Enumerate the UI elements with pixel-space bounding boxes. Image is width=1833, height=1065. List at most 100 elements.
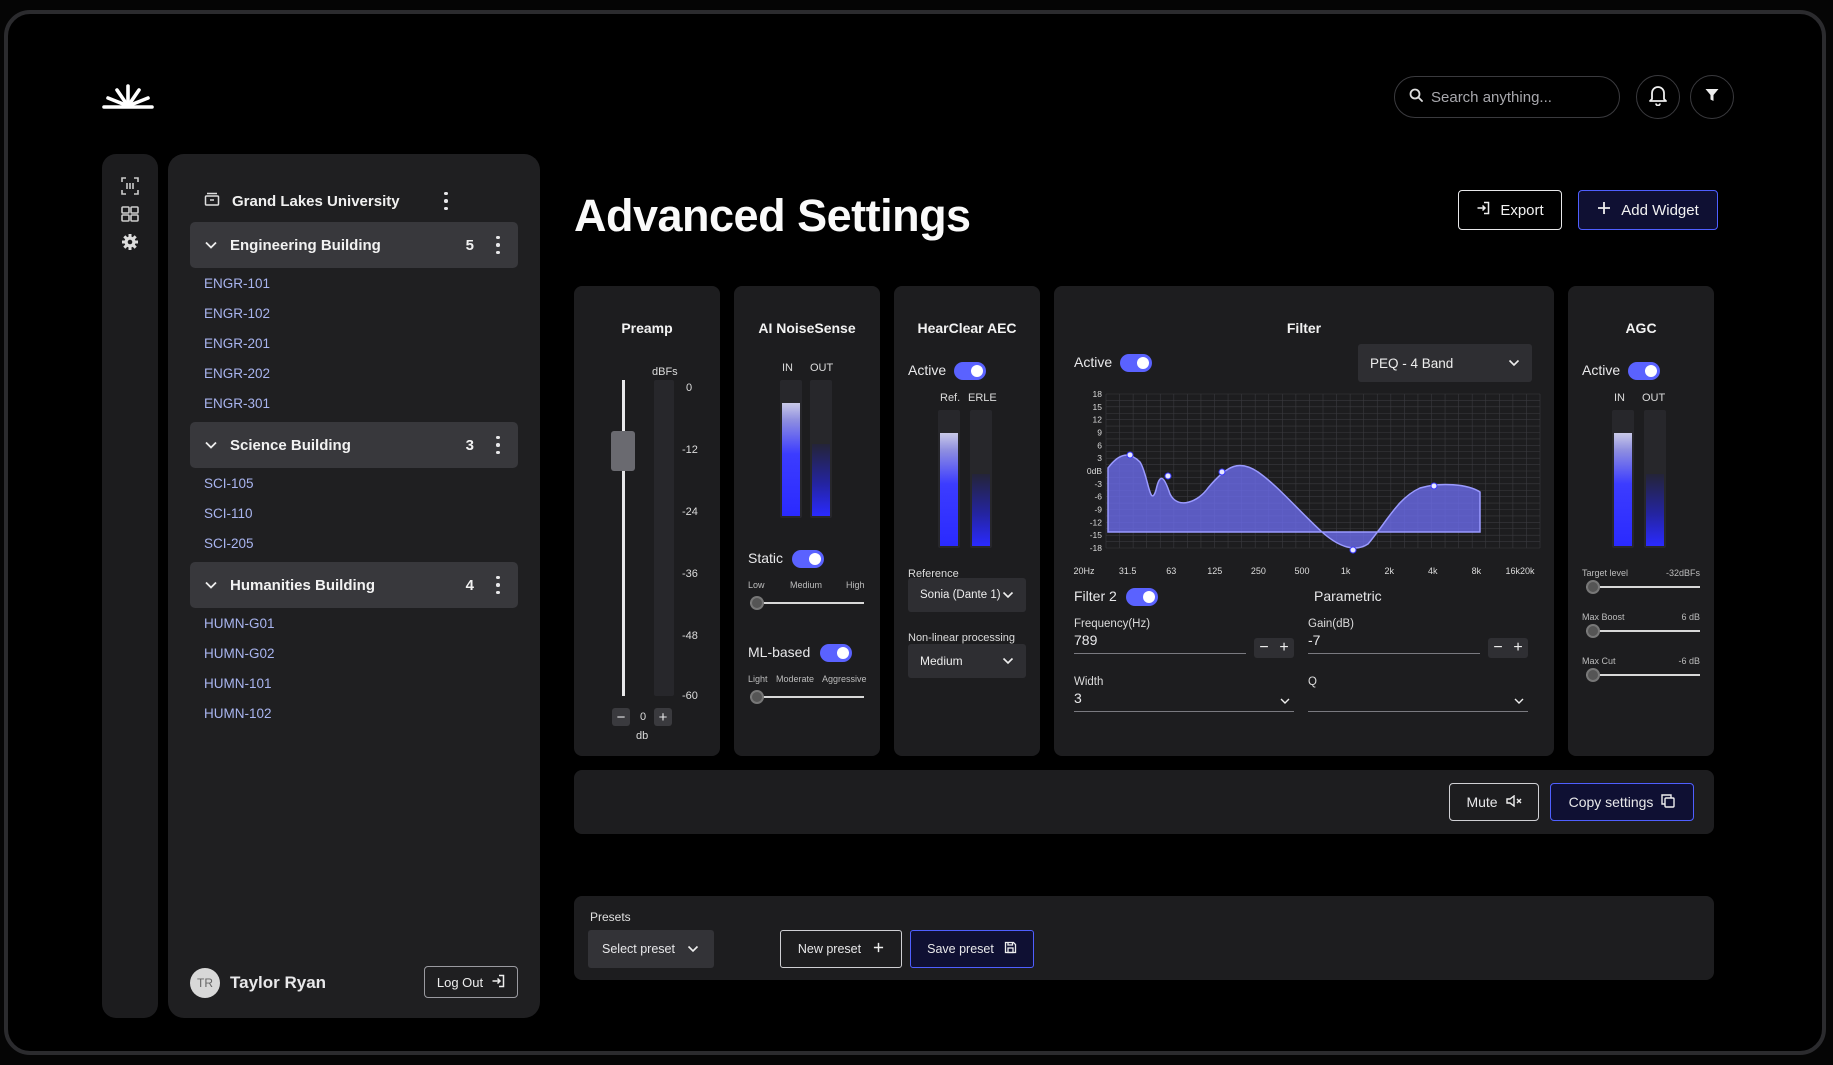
group-menu-button[interactable] [490,574,506,596]
group-menu-button[interactable] [490,234,506,256]
mute-button[interactable]: Mute [1449,783,1539,821]
copy-settings-button[interactable]: Copy settings [1550,783,1694,821]
eq-x-tick: 4k [1428,566,1438,576]
room-link[interactable]: ENGR-102 [204,306,270,321]
gear-icon[interactable] [118,230,142,254]
static-slider[interactable] [750,596,864,610]
eq-y-tick: 12 [1093,415,1103,425]
chevron-down-icon [1280,698,1290,704]
chevron-down-icon [205,581,217,589]
new-preset-button[interactable]: New preset [780,930,902,968]
q-select[interactable] [1308,690,1528,712]
new-preset-label: New preset [797,942,862,956]
freq-stepper[interactable]: − + [1254,638,1294,658]
export-button[interactable]: Export [1458,190,1562,230]
aec-card: HearClear AEC Active Ref. ERLE Reference… [894,286,1040,756]
plus-icon[interactable]: + [1279,639,1288,657]
eq-graph[interactable]: 1815129630dB-3-6-9-12-15-18 20Hz 31.5 63 12… [1068,390,1544,576]
eq-y-tick: 15 [1093,402,1103,412]
ml-toggle[interactable] [820,644,852,662]
chevron-down-icon [1002,591,1014,599]
preamp-decrease-button[interactable]: − [612,708,630,726]
save-preset-button[interactable]: Save preset [910,930,1034,968]
filter-preset-select[interactable]: PEQ - 4 Band [1358,344,1532,382]
filter-title: Filter [1286,320,1322,336]
search-input[interactable] [1431,88,1611,106]
room-link[interactable]: ENGR-301 [204,396,270,411]
ml-scale-label: Moderate [776,674,815,684]
group-label: Engineering Building [230,236,381,254]
eq-y-tick: -18 [1090,543,1103,553]
presets-panel: Presets Select preset New preset Save pr… [574,896,1714,980]
room-link[interactable]: ENGR-101 [204,276,270,291]
room-link[interactable]: ENGR-201 [204,336,270,351]
minus-icon[interactable]: − [1493,639,1502,657]
aec-active-toggle[interactable] [954,362,986,380]
filter2-toggle[interactable] [1126,588,1158,606]
group-humanities[interactable]: Humanities Building 4 [190,562,518,608]
preamp-fader-track[interactable] [611,380,635,696]
add-widget-button[interactable]: Add Widget [1578,190,1718,230]
aec-reference-select[interactable]: Sonia (Dante 1) [908,578,1026,612]
room-link[interactable]: ENGR-202 [204,366,270,381]
org-menu-button[interactable] [438,190,454,212]
room-link[interactable]: SCI-205 [204,536,254,551]
preamp-increase-button[interactable]: + [654,708,672,726]
search-bar[interactable] [1394,76,1620,118]
gain-input[interactable]: -7 [1308,632,1480,654]
agc-active-toggle[interactable] [1628,362,1660,380]
q-label: Q [1308,676,1317,688]
target-label: Target level [1582,568,1629,578]
preset-select-value: Select preset [602,942,675,956]
ml-slider[interactable] [750,690,864,704]
notifications-button[interactable] [1636,75,1680,119]
org-name: Grand Lakes University [232,192,400,210]
grid-icon[interactable] [118,202,142,226]
scan-icon[interactable] [118,174,142,198]
noise-in-meter [780,380,802,518]
aec-erle-label: ERLE [968,392,997,404]
eq-y-tick: 0dB [1087,466,1102,476]
filter-active-toggle[interactable] [1120,354,1152,372]
filter-button[interactable] [1690,75,1734,119]
static-toggle[interactable] [792,550,824,568]
target-slider[interactable] [1586,580,1700,594]
user-profile[interactable]: TR Taylor Ryan [190,968,326,998]
group-science[interactable]: Science Building 3 [190,422,518,468]
eq-x-tick: 20Hz [1073,566,1095,576]
boost-slider[interactable] [1586,624,1700,638]
preamp-fader-thumb[interactable] [611,430,635,471]
page-title: Advanced Settings [574,190,971,241]
plus-icon[interactable]: + [1513,639,1522,657]
freq-input[interactable]: 789 [1074,632,1246,654]
eq-y-tick: 3 [1097,453,1102,463]
aec-nlp-select[interactable]: Medium [908,644,1026,678]
eq-y-tick: 18 [1093,390,1103,399]
gain-stepper[interactable]: − + [1488,638,1528,658]
noise-out-meter [810,380,832,518]
room-link[interactable]: HUMN-G01 [204,616,275,631]
logout-button[interactable]: Log Out [424,966,518,998]
aec-reference-value: Sonia (Dante 1) [920,589,1001,601]
room-link[interactable]: HUMN-G02 [204,646,275,661]
room-link[interactable]: HUMN-101 [204,676,272,691]
static-scale-label: Medium [790,580,823,590]
room-link[interactable]: SCI-110 [204,506,253,521]
minus-icon[interactable]: − [1259,639,1268,657]
org-header[interactable]: Grand Lakes University [204,192,400,210]
preset-select[interactable]: Select preset [588,930,714,968]
group-count: 3 [465,436,474,454]
preamp-value: 0 [640,711,647,723]
group-menu-button[interactable] [490,434,506,456]
chevron-down-icon [1514,698,1524,704]
agc-in-label: IN [1614,392,1625,404]
sidebar: Grand Lakes University Engineering Build… [168,154,540,1018]
room-link[interactable]: HUMN-102 [204,706,272,721]
room-link[interactable]: SCI-105 [204,476,254,491]
width-select[interactable]: 3 [1074,690,1294,712]
cut-slider[interactable] [1586,668,1700,682]
noise-in-label: IN [782,362,793,374]
group-engineering[interactable]: Engineering Building 5 [190,222,518,268]
aec-ref-label: Ref. [940,392,961,404]
icon-rail [102,154,158,1018]
